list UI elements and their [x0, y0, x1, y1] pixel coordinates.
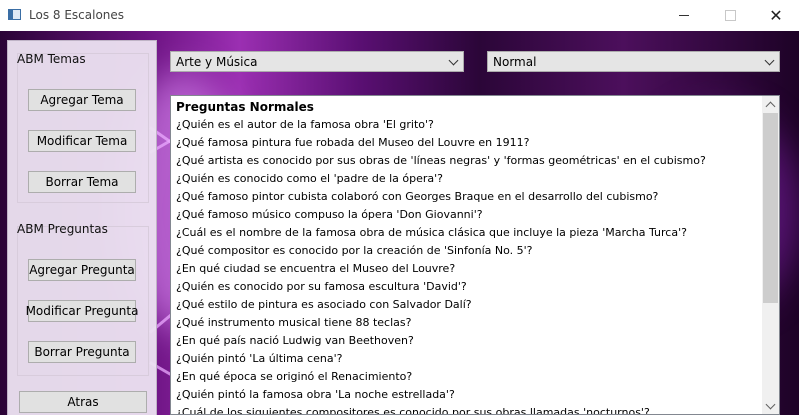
maximize-button[interactable] — [707, 0, 753, 31]
list-item[interactable]: ¿Quién es conocido por su famosa escultu… — [176, 278, 761, 296]
minimize-icon — [679, 15, 689, 16]
questions-list[interactable]: Preguntas Normales ¿Quién es el autor de… — [170, 95, 780, 415]
close-icon: ✕ — [769, 6, 783, 25]
list-item[interactable]: ¿Cuál de los siguientes compositores es … — [176, 404, 761, 414]
list-item[interactable]: ¿Quién es el autor de la famosa obra 'El… — [176, 116, 761, 134]
list-item[interactable]: ¿Qué compositor es conocido por la creac… — [176, 242, 761, 260]
tema-select-value: Arte y Música — [176, 54, 258, 69]
chevron-down-icon — [765, 399, 776, 409]
list-item[interactable]: ¿Qué famosa pintura fue robada del Museo… — [176, 134, 761, 152]
agregar-pregunta-button[interactable]: Agregar Pregunta — [28, 259, 136, 281]
list-item[interactable]: ¿En qué ciudad se encuentra el Museo del… — [176, 260, 761, 278]
abm-preguntas-label: ABM Preguntas — [17, 222, 108, 236]
sidebar-panel: ABM Temas Agregar Tema Modificar Tema Bo… — [7, 40, 157, 415]
scrollbar-thumb[interactable] — [763, 113, 778, 303]
list-item[interactable]: ¿En qué país nació Ludwig van Beethoven? — [176, 332, 761, 350]
chevron-down-icon — [448, 55, 459, 66]
app-window-icon — [8, 9, 21, 20]
close-button[interactable]: ✕ — [753, 0, 799, 31]
list-item[interactable]: ¿Qué instrumento musical tiene 88 teclas… — [176, 314, 761, 332]
modificar-tema-button[interactable]: Modificar Tema — [28, 130, 136, 152]
list-item[interactable]: ¿Quién pintó la famosa obra 'La noche es… — [176, 386, 761, 404]
list-item[interactable]: ¿Quién es conocido como el 'padre de la … — [176, 170, 761, 188]
abm-temas-label: ABM Temas — [17, 52, 86, 66]
title-bar[interactable]: Los 8 Escalones ✕ — [0, 0, 799, 31]
scroll-up-button[interactable] — [762, 96, 779, 113]
list-item[interactable]: ¿Qué famoso músico compuso la ópera 'Don… — [176, 206, 761, 224]
scroll-down-button[interactable] — [762, 397, 779, 414]
main-area: ABM Temas Agregar Tema Modificar Tema Bo… — [0, 31, 799, 415]
chevron-down-icon — [764, 55, 775, 66]
list-item[interactable]: ¿En qué época se originó el Renacimiento… — [176, 368, 761, 386]
list-item[interactable]: ¿Qué famoso pintor cubista colaboró con … — [176, 188, 761, 206]
borrar-pregunta-button[interactable]: Borrar Pregunta — [28, 341, 136, 363]
dificultad-select[interactable]: Normal — [487, 51, 780, 72]
questions-list-header: Preguntas Normales — [176, 100, 314, 114]
list-item[interactable]: ¿Quién pintó 'La última cena'? — [176, 350, 761, 368]
agregar-tema-button[interactable]: Agregar Tema — [28, 89, 136, 111]
chevron-up-icon — [765, 101, 776, 111]
borrar-tema-button[interactable]: Borrar Tema — [28, 171, 136, 193]
dificultad-select-value: Normal — [493, 54, 537, 69]
list-item[interactable]: ¿Cuál es el nombre de la famosa obra de … — [176, 224, 761, 242]
app-window: Los 8 Escalones ✕ ABM Temas Agregar Tema… — [0, 0, 799, 415]
maximize-icon — [724, 10, 736, 21]
list-item[interactable]: ¿Qué estilo de pintura es asociado con S… — [176, 296, 761, 314]
questions-list-content: Preguntas Normales ¿Quién es el autor de… — [176, 98, 761, 414]
minimize-button[interactable] — [661, 0, 707, 31]
atras-button[interactable]: Atras — [19, 391, 147, 413]
tema-select[interactable]: Arte y Música — [170, 51, 464, 72]
vertical-scrollbar[interactable] — [762, 96, 779, 414]
list-item[interactable]: ¿Qué artista es conocido por sus obras d… — [176, 152, 761, 170]
window-title: Los 8 Escalones — [29, 8, 125, 22]
modificar-pregunta-button[interactable]: Modificar Pregunta — [26, 300, 138, 322]
